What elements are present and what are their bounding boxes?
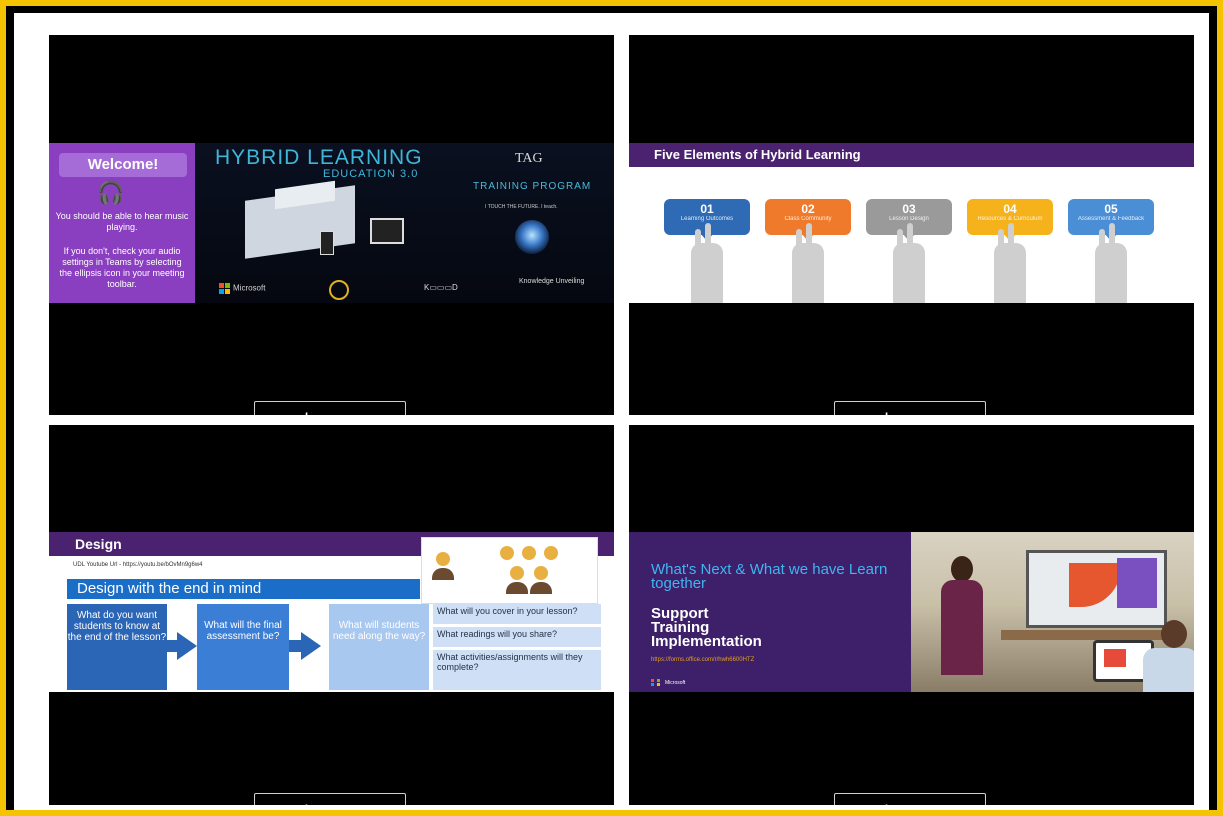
touch-future-text: I TOUCH THE FUTURE. I teach. [485,204,558,210]
next-step-implementation: Implementation [651,633,762,650]
welcome-panel: Welcome! 🎧 You should be able to hear mu… [49,143,195,303]
question-activities: What activities/assignments will they co… [433,650,601,690]
outcome-text: What do you want students to know at the… [67,610,167,643]
shared-slide-whats-next: What's Next & What we have Learn togethe… [629,532,1194,692]
microsoft-logo-text: Microsoft [233,283,266,293]
phone-icon [320,231,334,255]
classroom-desk [1001,630,1166,640]
welcome-message-music: You should be able to hear music playing… [55,211,189,232]
raised-hand-icon [893,223,925,303]
arrow-stem [289,640,301,652]
element-number: 05 [1104,202,1118,216]
element-number: 02 [801,202,815,216]
teacher-body [941,580,983,675]
person-body [530,582,552,594]
video-tile-whats-next: What's Next & What we have Learn togethe… [629,425,1194,805]
element-number: 04 [1003,202,1017,216]
shared-slide-five-elements: Five Elements of Hybrid Learning 01 Learn… [629,143,1194,303]
video-tile-design: Design UDL Youtube Url - https://youtu.b… [49,425,614,805]
element-label: Learning Outcomes [680,216,734,222]
partner-logo-icon: K▭▭▭D [424,283,458,292]
slide-subtitle: EDUCATION 3.0 [323,168,419,180]
leave-button[interactable]: Leave [834,401,986,415]
leave-button[interactable]: Leave [254,793,406,805]
slide-title-bar: Five Elements of Hybrid Learning [629,143,1194,167]
microsoft-icon [651,679,662,686]
person-icon [544,546,558,560]
video-tile-welcome: Welcome! 🎧 You should be able to hear mu… [49,35,614,415]
meeting-gallery: Welcome! 🎧 You should be able to hear mu… [14,13,1209,810]
tag-logo: TAG [515,151,543,166]
interactive-whiteboard [1026,550,1167,628]
person-icon [436,552,450,566]
slide-title: HYBRID LEARNING [215,146,423,169]
window-frame: Welcome! 🎧 You should be able to hear mu… [0,0,1223,816]
microsoft-logo-text: Microsoft [665,679,686,686]
assessment-text: What will the final assessment be? [204,620,282,642]
udl-url-bullet: UDL Youtube Url - https://youtu.be/bOvMn… [73,562,203,568]
needs-box: What will students need along the way? [329,604,429,690]
person-body [506,582,528,594]
outcome-box: What do you want students to know at the… [67,604,167,690]
element-label: Assessment & Feedback [1077,216,1145,222]
raised-hand-icon [691,223,723,303]
raised-hand-icon [1095,223,1127,303]
globe-icon [515,220,549,254]
arrow-right-icon [177,632,197,660]
hybrid-learning-banner: HYBRID LEARNING EDUCATION 3.0 TAG TRAINI… [195,143,614,303]
teacher-head [951,556,973,582]
classroom-photo [911,532,1194,692]
element-number: 01 [700,202,714,216]
raised-hand-icon [994,223,1026,303]
listener-icon: 🎧 [97,180,125,205]
person-icon [534,566,548,580]
knowledge-unveiling-logo: Knowledge Unveiling [519,278,585,285]
needs-text: What will students need along the way? [332,620,426,642]
training-program-label: TRAINING PROGRAM [473,181,592,192]
shared-slide-design: Design UDL Youtube Url - https://youtu.b… [49,532,614,692]
design-banner: Design with the end in mind [67,579,420,599]
board-panel [1117,558,1157,608]
leave-button[interactable]: Leave [834,793,986,805]
question-cover: What will you cover in your lesson? [433,604,601,624]
element-label: Lesson Design [889,216,929,222]
monitor-icon [370,218,404,244]
design-banner-text: Design with the end in mind [77,580,262,597]
arrow-right-icon [301,632,321,660]
person-body [432,568,454,580]
microsoft-logo: Microsoft [219,283,265,294]
student-head [1161,620,1187,648]
whats-next-heading: What's Next & What we have Learn togethe… [651,561,888,592]
person-icon [522,546,536,560]
welcome-message-audio-settings: If you don't, check your audio settings … [59,246,185,289]
forms-link[interactable]: https://forms.office.com/r/hwh6600HTZ [651,657,754,663]
tablet-content [1104,649,1126,667]
shared-slide-hybrid-learning: Welcome! 🎧 You should be able to hear mu… [49,143,614,303]
leave-button[interactable]: Leave [254,401,406,415]
element-label: Class Community [784,216,832,222]
video-tile-five-elements: Five Elements of Hybrid Learning 01 Learn… [629,35,1194,415]
element-number: 03 [902,202,916,216]
microsoft-icon [219,283,230,294]
microsoft-logo: Microsoft [651,679,685,686]
sponsor-logos: Microsoft K▭▭▭D Knowledge Unveiling [219,278,609,300]
question-readings: What readings will you share? [433,627,601,647]
student-body [1143,648,1194,692]
board-chart [1069,563,1121,607]
students-illustration [421,537,598,604]
element-label: Resources & Curriculum [977,216,1043,222]
raised-hand-icon [792,223,824,303]
person-icon [510,566,524,580]
assessment-box: What will the final assessment be? [197,604,289,690]
slide-title: Design [75,536,122,552]
slide-title: Five Elements of Hybrid Learning [654,147,861,162]
rotary-logo-icon [329,280,349,300]
person-icon [500,546,514,560]
welcome-title: Welcome! [59,153,187,177]
whats-next-panel: What's Next & What we have Learn togethe… [629,532,911,692]
next-steps-list: Support Training Implementation [651,606,762,650]
